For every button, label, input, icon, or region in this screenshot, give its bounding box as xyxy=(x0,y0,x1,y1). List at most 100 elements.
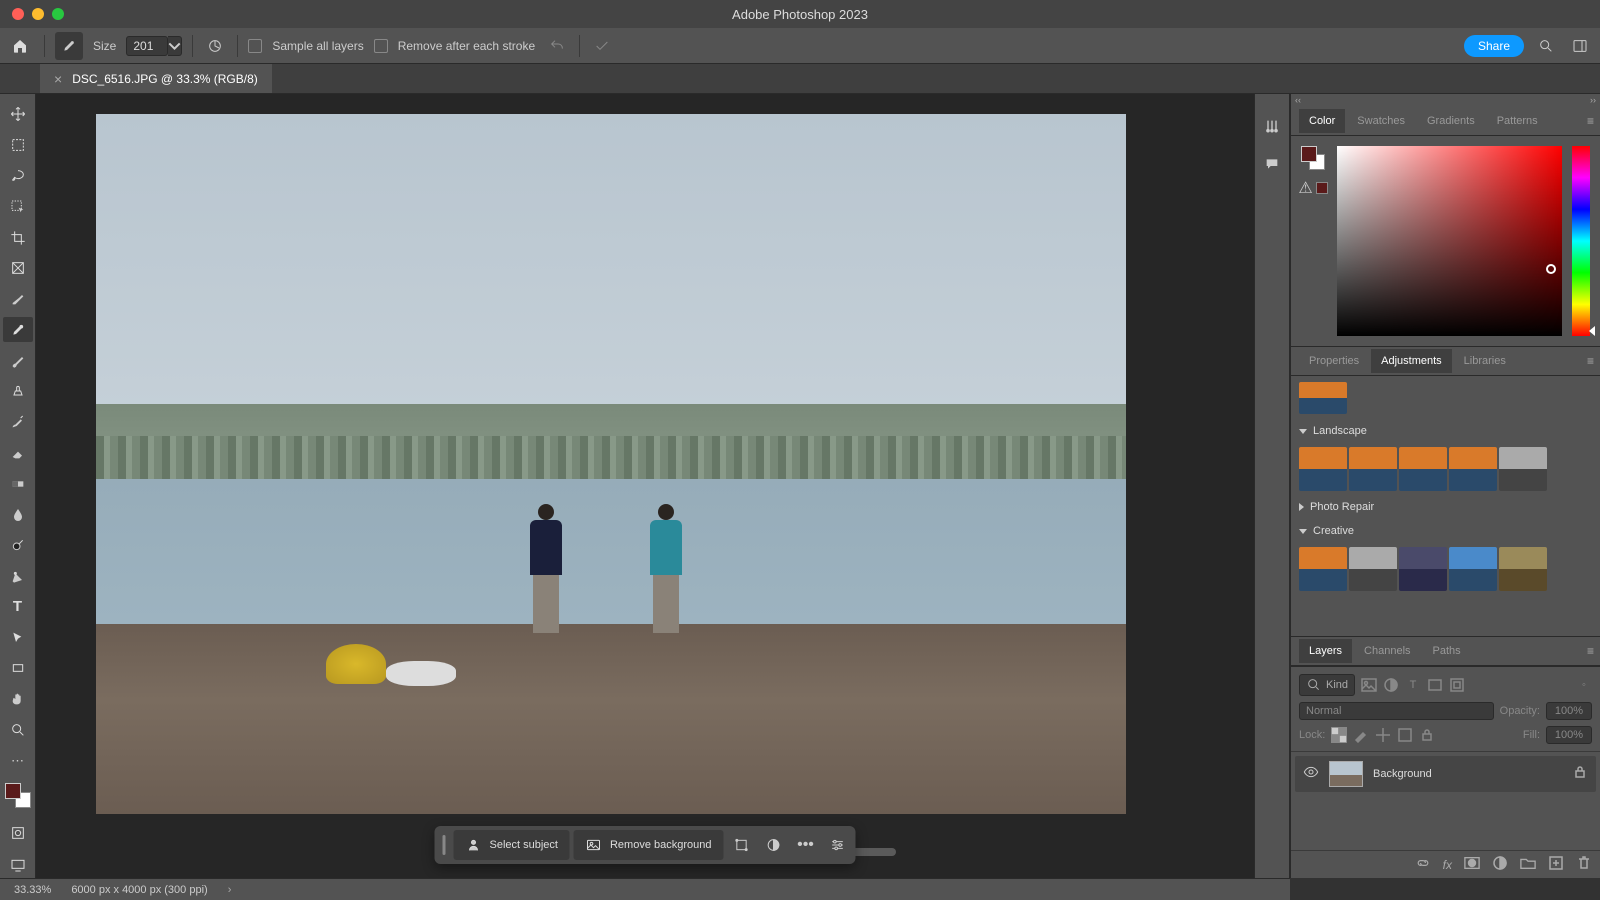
color-panel-menu[interactable]: ≡ xyxy=(1587,114,1594,128)
rectangle-tool[interactable] xyxy=(3,656,33,681)
eraser-tool[interactable] xyxy=(3,441,33,466)
section-landscape[interactable]: Landscape xyxy=(1299,419,1592,443)
brush-tool[interactable] xyxy=(3,348,33,373)
tab-channels[interactable]: Channels xyxy=(1354,639,1420,663)
minimize-window-icon[interactable] xyxy=(32,8,44,20)
section-photo-repair[interactable]: Photo Repair xyxy=(1299,495,1592,519)
collapse-right-icon[interactable]: ›› xyxy=(1590,95,1596,105)
lasso-tool[interactable] xyxy=(3,164,33,189)
zoom-tool[interactable] xyxy=(3,718,33,743)
filter-smart-icon[interactable] xyxy=(1449,677,1465,693)
layer-thumbnail[interactable] xyxy=(1329,761,1363,787)
foreground-color-swatch[interactable] xyxy=(5,783,21,799)
remove-after-stroke-checkbox[interactable] xyxy=(374,39,388,53)
current-tool-icon[interactable] xyxy=(55,32,83,60)
drag-handle[interactable] xyxy=(443,835,446,855)
task-bar-settings-button[interactable] xyxy=(824,831,852,859)
layers-panel-menu[interactable]: ≡ xyxy=(1587,644,1594,658)
delete-layer-icon[interactable] xyxy=(1576,855,1592,874)
lock-position-icon[interactable] xyxy=(1375,727,1391,743)
filter-type-icon[interactable]: T xyxy=(1405,677,1421,693)
filter-shape-icon[interactable] xyxy=(1427,677,1443,693)
lock-paint-icon[interactable] xyxy=(1353,727,1369,743)
select-subject-button[interactable]: Select subject xyxy=(454,830,570,860)
canvas-area[interactable]: Select subject Remove background ••• xyxy=(36,94,1254,878)
hue-slider-thumb[interactable] xyxy=(1589,326,1595,336)
zoom-level[interactable]: 33.33% xyxy=(14,884,51,896)
hue-slider[interactable] xyxy=(1572,146,1590,336)
brush-size-input[interactable] xyxy=(126,36,168,56)
lock-artboard-icon[interactable] xyxy=(1397,727,1413,743)
maximize-window-icon[interactable] xyxy=(52,8,64,20)
transform-button[interactable] xyxy=(728,831,756,859)
object-selection-tool[interactable] xyxy=(3,194,33,219)
status-chevron-icon[interactable]: › xyxy=(228,884,232,896)
color-field[interactable] xyxy=(1337,146,1562,336)
crop-tool[interactable] xyxy=(3,225,33,250)
rectangular-marquee-tool[interactable] xyxy=(3,133,33,158)
new-group-icon[interactable] xyxy=(1520,855,1536,874)
preset-creative-2[interactable] xyxy=(1349,547,1397,591)
preset-creative-5[interactable] xyxy=(1499,547,1547,591)
tab-paths[interactable]: Paths xyxy=(1423,639,1471,663)
layer-name[interactable]: Background xyxy=(1373,768,1432,780)
remove-background-button[interactable]: Remove background xyxy=(574,830,724,860)
collapse-left-icon[interactable]: ‹‹ xyxy=(1295,95,1301,105)
eyedropper-tool[interactable] xyxy=(3,287,33,312)
dodge-tool[interactable] xyxy=(3,533,33,558)
clone-stamp-tool[interactable] xyxy=(3,379,33,404)
tab-color[interactable]: Color xyxy=(1299,109,1345,133)
sample-all-layers-checkbox[interactable] xyxy=(248,39,262,53)
filter-adjustment-icon[interactable] xyxy=(1383,677,1399,693)
out-of-gamut-warning[interactable]: ⚠ xyxy=(1298,178,1327,198)
new-adjustment-layer-icon[interactable] xyxy=(1492,855,1508,874)
path-selection-tool[interactable] xyxy=(3,625,33,650)
blur-tool[interactable] xyxy=(3,502,33,527)
preset-landscape-5[interactable] xyxy=(1499,447,1547,491)
preset-thumbnail[interactable] xyxy=(1299,382,1347,414)
comments-panel-icon[interactable] xyxy=(1260,152,1284,176)
opacity-input[interactable]: 100% xyxy=(1546,702,1592,720)
type-tool[interactable]: T xyxy=(3,595,33,620)
preset-creative-3[interactable] xyxy=(1399,547,1447,591)
new-layer-icon[interactable] xyxy=(1548,855,1564,874)
preset-creative-1[interactable] xyxy=(1299,547,1347,591)
spot-healing-brush-tool[interactable] xyxy=(3,317,33,342)
tab-swatches[interactable]: Swatches xyxy=(1347,109,1415,133)
tab-adjustments[interactable]: Adjustments xyxy=(1371,349,1452,373)
search-button[interactable] xyxy=(1534,34,1558,58)
gradient-tool[interactable] xyxy=(3,471,33,496)
history-brush-tool[interactable] xyxy=(3,410,33,435)
section-creative[interactable]: Creative xyxy=(1299,519,1592,543)
close-tab-icon[interactable]: × xyxy=(54,71,62,87)
blend-mode-dropdown[interactable]: Normal xyxy=(1299,702,1494,720)
brush-size-dropdown[interactable] xyxy=(168,36,182,56)
edit-toolbar-button[interactable]: ⋯ xyxy=(3,748,33,773)
tab-libraries[interactable]: Libraries xyxy=(1454,349,1516,373)
layer-filter-kind[interactable]: Kind xyxy=(1299,674,1355,696)
layer-visibility-toggle[interactable] xyxy=(1303,764,1319,785)
adjustment-button[interactable] xyxy=(760,831,788,859)
layer-mask-icon[interactable] xyxy=(1464,855,1480,874)
hand-tool[interactable] xyxy=(3,687,33,712)
close-window-icon[interactable] xyxy=(12,8,24,20)
preset-creative-4[interactable] xyxy=(1449,547,1497,591)
preset-landscape-3[interactable] xyxy=(1399,447,1447,491)
tab-layers[interactable]: Layers xyxy=(1299,639,1352,663)
document-canvas[interactable] xyxy=(96,114,1126,814)
preset-landscape-1[interactable] xyxy=(1299,447,1347,491)
link-layers-icon[interactable] xyxy=(1415,855,1431,874)
lock-transparency-icon[interactable] xyxy=(1331,727,1347,743)
color-swatches[interactable] xyxy=(5,783,31,808)
preset-landscape-2[interactable] xyxy=(1349,447,1397,491)
fgbg-swatches[interactable] xyxy=(1301,146,1325,170)
tab-patterns[interactable]: Patterns xyxy=(1487,109,1548,133)
move-tool[interactable] xyxy=(3,102,33,127)
filter-toggle[interactable]: ◦ xyxy=(1576,677,1592,693)
share-button[interactable]: Share xyxy=(1464,35,1524,57)
fill-input[interactable]: 100% xyxy=(1546,726,1592,744)
home-button[interactable] xyxy=(6,32,34,60)
preset-landscape-4[interactable] xyxy=(1449,447,1497,491)
lock-all-icon[interactable] xyxy=(1419,727,1435,743)
quick-mask-button[interactable] xyxy=(3,820,33,846)
